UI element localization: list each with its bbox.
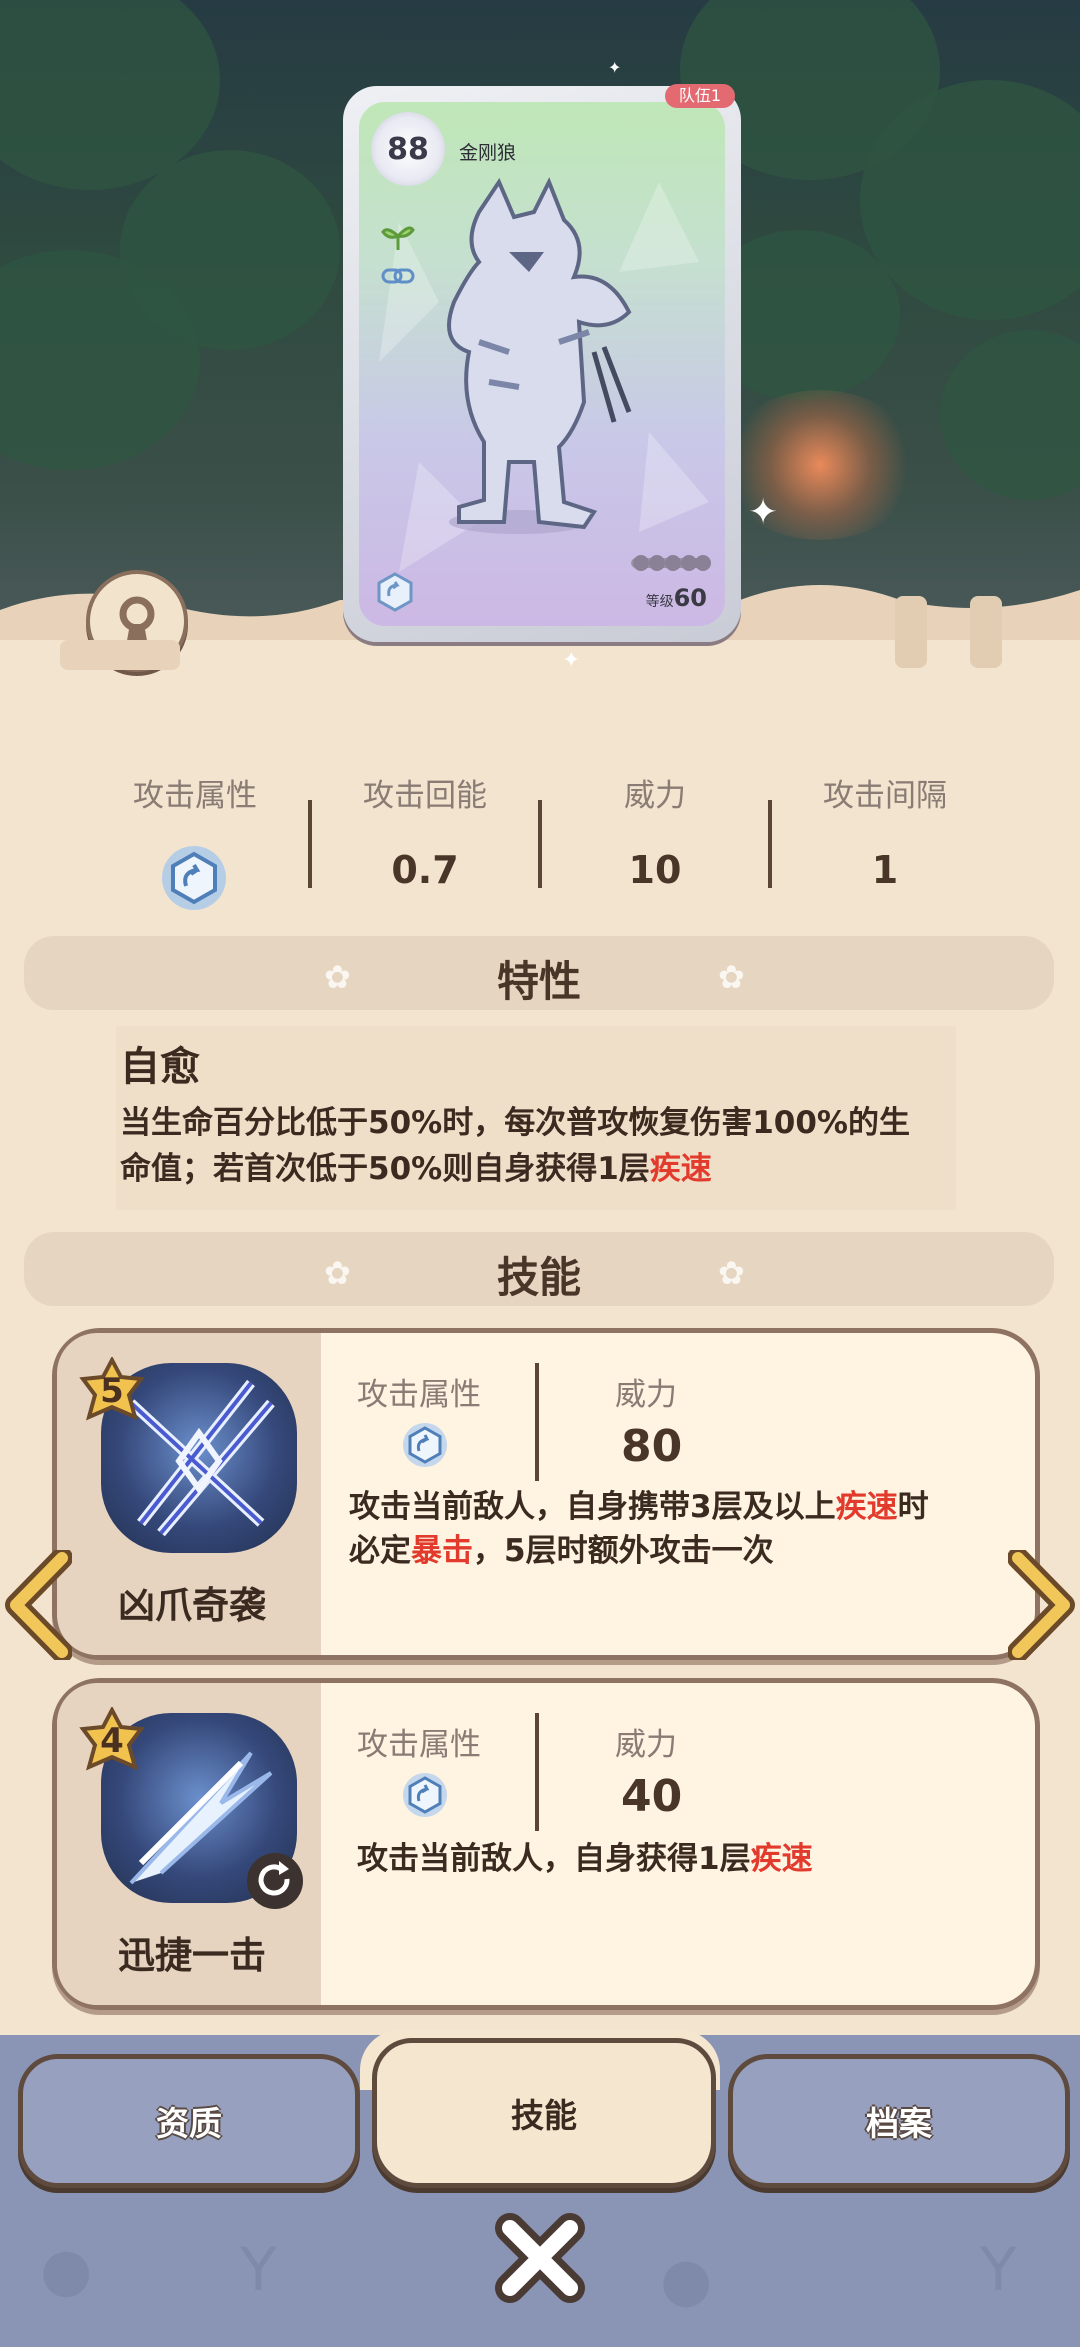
- trait-description: 当生命百分比低于50%时，每次普攻恢复伤害100%的生 命值；若首次低于50%则…: [120, 1100, 980, 1192]
- paw-print-icon: ●: [660, 2245, 713, 2315]
- desc-line: 攻击当前敌人，自身携带3层及以上疾速时: [349, 1485, 1029, 1529]
- puff-icon: ✿: [718, 958, 745, 996]
- skill-header-title: 技能: [496, 1253, 581, 1302]
- card-art: 88 金刚狼 等级60: [359, 102, 725, 626]
- keyword-haste: 疾速: [649, 1151, 712, 1187]
- skill-attr-label: 攻击属性: [357, 1727, 481, 1763]
- skill-power-label: 威力: [615, 1377, 677, 1413]
- tab-archive[interactable]: 档案: [728, 2054, 1070, 2188]
- skill-cost: 4: [100, 1721, 124, 1761]
- next-arrow-icon[interactable]: [1008, 1550, 1076, 1660]
- desc-text: 攻击当前敌人，自身携带3层及以上: [349, 1489, 836, 1525]
- attribute-icon: [403, 1423, 447, 1467]
- level-value: 60: [673, 584, 707, 612]
- trait-header-title: 特性: [496, 957, 581, 1006]
- stat-label-attribute: 攻击属性: [133, 778, 257, 814]
- skill-attr-label: 攻击属性: [357, 1377, 481, 1413]
- stat-value-interval: 1: [871, 848, 899, 892]
- skill-cost: 5: [100, 1371, 124, 1411]
- link-icon: [381, 268, 415, 284]
- desc-text: ，5层时额外攻击一次: [473, 1533, 774, 1569]
- desc-text: 必定: [349, 1533, 411, 1569]
- skill-description: 攻击当前敌人，自身携带3层及以上疾速时 必定暴击，5层时额外攻击一次: [349, 1485, 1029, 1573]
- desc-line: 必定暴击，5层时额外攻击一次: [349, 1529, 1029, 1573]
- trait-header: ✿ 特性 ✿: [24, 936, 1054, 1010]
- paw-print-icon: Y: [980, 2235, 1017, 2305]
- level-label: 等级: [645, 594, 674, 610]
- keyword-haste: 疾速: [750, 1841, 813, 1877]
- tab-aptitude[interactable]: 资质: [18, 2054, 360, 2188]
- skill-power: 40: [621, 1771, 683, 1822]
- rarity-badge: 88: [371, 112, 445, 186]
- divider: [535, 1713, 539, 1831]
- skill-card[interactable]: 4 迅捷一击 攻击属性 威力 40 攻击当前敌人，自身获得1层疾速: [52, 1678, 1040, 2010]
- puff-icon: ✿: [718, 1254, 745, 1292]
- desc-text: 时: [897, 1489, 929, 1525]
- stat-label-interval: 攻击间隔: [823, 778, 947, 814]
- skill-name: 凶爪奇袭: [118, 1584, 266, 1627]
- fence-post: [895, 596, 927, 668]
- desc-text: 攻击当前敌人，自身获得1层: [357, 1841, 751, 1877]
- stats-row: 攻击属性 攻击回能 0.7 威力 10 攻击间隔 1: [0, 770, 1080, 910]
- skill-power-label: 威力: [615, 1727, 677, 1763]
- monster-card[interactable]: 88 金刚狼 等级60 队伍1: [343, 84, 741, 642]
- refresh-icon: [247, 1853, 303, 1909]
- keyword-crit: 暴击: [411, 1533, 473, 1569]
- tab-skills[interactable]: 技能: [372, 2038, 716, 2188]
- skill-power: 80: [621, 1421, 683, 1472]
- attribute-icon: [377, 572, 413, 612]
- skill-card[interactable]: 5 凶爪奇袭 攻击属性 威力 80 攻击当前敌人，自身携带3层及以上疾速时 必定…: [52, 1328, 1040, 1660]
- paw-print-icon: Y: [240, 2235, 277, 2305]
- attribute-icon: [403, 1773, 447, 1817]
- sparkle-icon: ✦: [608, 58, 622, 77]
- divider: [535, 1363, 539, 1481]
- sparkle-icon: ✦: [748, 492, 779, 533]
- trait-desc-line: 当生命百分比低于50%时，每次普攻恢复伤害100%的生: [120, 1105, 910, 1141]
- fence-left: [60, 640, 180, 670]
- prev-arrow-icon[interactable]: [4, 1550, 72, 1660]
- paw-print-icon: ●: [40, 2235, 93, 2305]
- sprout-icon: [381, 226, 415, 250]
- desc-line: 攻击当前敌人，自身获得1层疾速: [357, 1837, 1027, 1881]
- skill-name: 迅捷一击: [118, 1934, 266, 1977]
- skill-header: ✿ 技能 ✿: [24, 1232, 1054, 1306]
- stat-value-energy: 0.7: [391, 848, 459, 892]
- trait-desc-line: 命值；若首次低于50%则自身获得1层疾速: [120, 1146, 980, 1192]
- star-slots-icon: [631, 555, 711, 571]
- team-badge: 队伍1: [665, 84, 735, 108]
- fence-post: [970, 596, 1002, 668]
- stat-label-energy: 攻击回能: [363, 778, 487, 814]
- keyword-haste: 疾速: [835, 1489, 898, 1525]
- trait-name: 自愈: [120, 1044, 200, 1090]
- trait-desc-text: 命值；若首次低于50%则自身获得1层: [120, 1151, 650, 1187]
- close-icon[interactable]: [490, 2208, 590, 2308]
- monster-name: 金刚狼: [459, 142, 517, 164]
- attribute-icon: [162, 846, 226, 910]
- sparkle-icon: ✦: [562, 648, 581, 673]
- card-level: 等级60: [646, 584, 707, 612]
- stat-label-power: 威力: [624, 778, 686, 814]
- stat-value-power: 10: [628, 848, 682, 892]
- skill-description: 攻击当前敌人，自身获得1层疾速: [357, 1837, 1027, 1881]
